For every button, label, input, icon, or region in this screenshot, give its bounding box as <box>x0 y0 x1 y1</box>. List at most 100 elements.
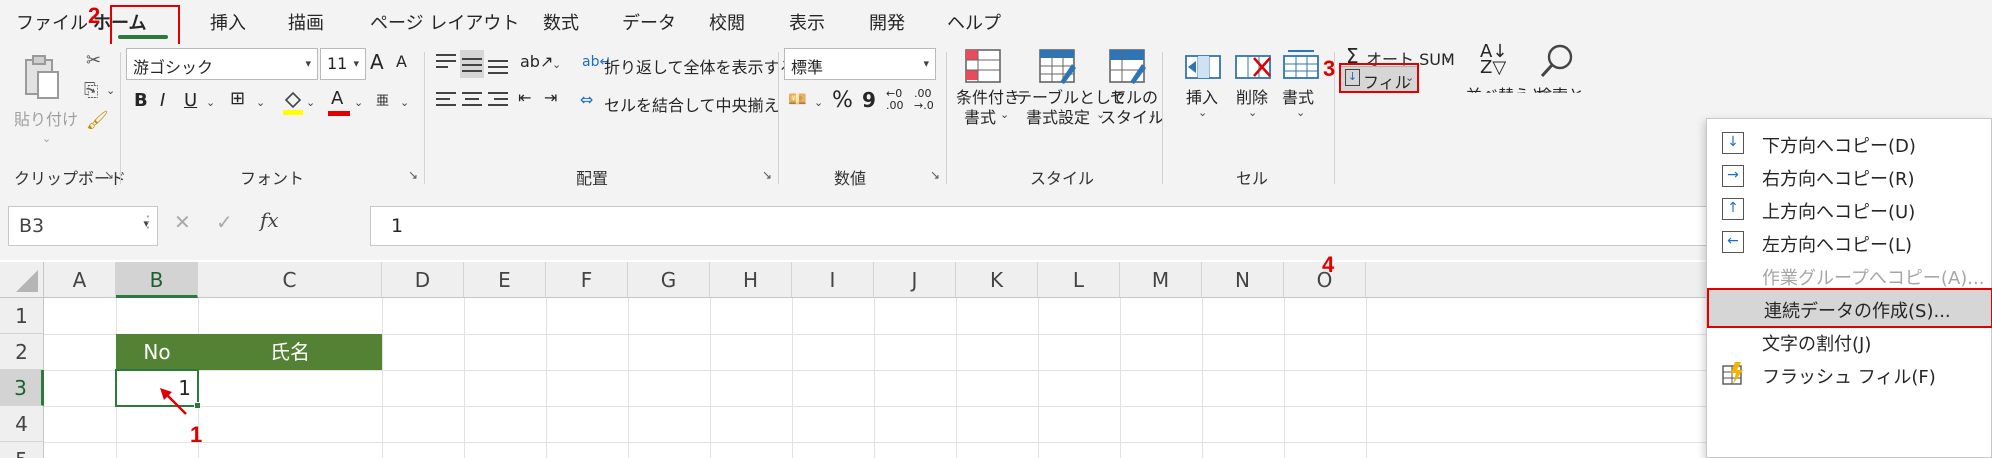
underline-button[interactable]: U <box>184 90 197 111</box>
row-header-5[interactable]: 5 <box>0 442 44 458</box>
select-all-corner[interactable] <box>0 262 44 298</box>
phonetic-dropdown-icon[interactable]: ⌄ <box>400 96 409 109</box>
orientation-icon[interactable]: ab↗ <box>520 52 553 71</box>
currency-dropdown-icon[interactable]: ⌄ <box>814 96 823 109</box>
sort-filter-icon[interactable]: A↓ Z▽ <box>1480 43 1507 77</box>
increase-indent-icon[interactable]: ⇥ <box>544 88 557 107</box>
find-select-icon[interactable] <box>1538 42 1578 82</box>
column-header-h[interactable]: H <box>710 262 792 298</box>
format-cells-button[interactable]: 書式 <box>1282 84 1314 108</box>
font-shrink-button[interactable]: A <box>396 52 407 71</box>
fill-color-dropdown-icon[interactable]: ⌄ <box>306 96 315 109</box>
orientation-dropdown-icon[interactable]: ⌄ <box>552 58 561 71</box>
cut-icon[interactable]: ✂ <box>86 50 101 71</box>
underline-dropdown-icon[interactable]: ⌄ <box>206 96 215 109</box>
column-header-a[interactable]: A <box>44 262 116 298</box>
paste-icon[interactable] <box>20 54 60 104</box>
bold-button[interactable]: B <box>134 90 148 111</box>
currency-icon[interactable]: 💴 <box>788 90 807 108</box>
conditional-format-dropdown-icon[interactable]: ⌄ <box>1000 108 1009 121</box>
column-header-e[interactable]: E <box>464 262 546 298</box>
cell-styles-dropdown-icon[interactable]: ⌄ <box>1148 108 1157 121</box>
fill-menu-item-flash-fill[interactable]: フラッシュ フィル(F) <box>1707 354 1992 394</box>
column-header-d[interactable]: D <box>382 262 464 298</box>
column-header-i[interactable]: I <box>792 262 874 298</box>
format-painter-icon[interactable]: 🖌 <box>86 110 109 131</box>
column-header-b[interactable]: B <box>116 262 198 298</box>
tab-file[interactable]: ファイル <box>16 9 88 35</box>
font-size-combo[interactable]: 11 ▾ <box>320 48 366 80</box>
align-right-icon[interactable] <box>488 88 508 110</box>
border-icon[interactable]: ⊞ <box>230 88 245 109</box>
format-as-table-icon[interactable] <box>1038 48 1076 84</box>
tab-page-layout[interactable]: ページ レイアウト <box>370 9 519 35</box>
align-bottom-icon[interactable] <box>488 56 508 78</box>
format-dropdown-icon[interactable]: ⌄ <box>1296 106 1305 119</box>
decrease-indent-icon[interactable]: ⇤ <box>518 88 531 107</box>
font-name-combo[interactable]: 游ゴシック ▾ <box>126 48 318 80</box>
number-format-combo[interactable]: 標準 ▾ <box>784 48 936 80</box>
tab-insert[interactable]: 挿入 <box>210 9 246 35</box>
decrease-decimal-button[interactable]: .00 →.0 <box>914 88 934 112</box>
paste-button[interactable]: 貼り付け <box>14 106 78 130</box>
insert-cells-icon[interactable] <box>1184 48 1222 84</box>
insert-cells-button[interactable]: 挿入 <box>1186 84 1218 108</box>
insert-function-icon[interactable]: fx <box>260 208 279 232</box>
column-header-c[interactable]: C <box>198 262 382 298</box>
tab-formulas[interactable]: 数式 <box>543 9 579 35</box>
delete-cells-icon[interactable] <box>1234 48 1272 84</box>
comma-style-button[interactable]: 9 <box>862 88 876 112</box>
sort-filter-button[interactable]: 並べ替えと <box>1466 82 1546 93</box>
fill-color-icon[interactable] <box>282 90 304 116</box>
copy-dropdown-icon[interactable]: ⌄ <box>106 84 115 97</box>
font-color-icon[interactable]: A <box>328 88 350 116</box>
column-header-m[interactable]: M <box>1120 262 1202 298</box>
find-select-button[interactable]: 検索と <box>1536 82 1584 93</box>
insert-dropdown-icon[interactable]: ⌄ <box>1198 106 1207 119</box>
column-header-n[interactable]: N <box>1202 262 1284 298</box>
enter-icon[interactable]: ✓ <box>216 210 233 234</box>
delete-dropdown-icon[interactable]: ⌄ <box>1248 106 1257 119</box>
italic-button[interactable]: I <box>160 90 165 111</box>
cell-b2[interactable]: No <box>116 334 198 370</box>
delete-cells-button[interactable]: 削除 <box>1236 84 1268 108</box>
column-header-f[interactable]: F <box>546 262 628 298</box>
align-middle-icon[interactable] <box>460 50 484 78</box>
tab-view[interactable]: 表示 <box>789 9 825 35</box>
paste-dropdown-icon[interactable]: ⌄ <box>42 132 51 145</box>
phonetic-icon[interactable]: 亜 <box>376 90 389 109</box>
tab-developer[interactable]: 開発 <box>869 9 905 35</box>
name-box[interactable]: B3 ▾ <box>8 206 158 246</box>
column-header-g[interactable]: G <box>628 262 710 298</box>
row-header-4[interactable]: 4 <box>0 406 44 442</box>
column-header-l[interactable]: L <box>1038 262 1120 298</box>
format-as-table-line2[interactable]: 書式設定 <box>1026 104 1090 128</box>
tab-review[interactable]: 校閲 <box>709 9 745 35</box>
cell-c2[interactable]: 氏名 <box>198 334 382 370</box>
percent-button[interactable]: % <box>832 88 853 113</box>
alignment-launcher-icon[interactable]: ↘ <box>762 168 772 182</box>
font-launcher-icon[interactable]: ↘ <box>408 168 418 182</box>
cancel-icon[interactable]: ✕ <box>174 210 191 234</box>
font-color-dropdown-icon[interactable]: ⌄ <box>354 96 363 109</box>
merge-dropdown-icon[interactable]: ⌄ <box>752 96 761 109</box>
tab-help[interactable]: ヘルプ <box>947 9 1001 35</box>
align-left-icon[interactable] <box>436 88 456 110</box>
column-header-j[interactable]: J <box>874 262 956 298</box>
tab-data[interactable]: データ <box>622 9 676 35</box>
row-header-3[interactable]: 3 <box>0 370 44 406</box>
conditional-format-line2[interactable]: 書式 <box>964 104 996 128</box>
conditional-format-icon[interactable] <box>964 48 1002 84</box>
increase-decimal-button[interactable]: ←0.00 <box>886 88 904 112</box>
number-launcher-icon[interactable]: ↘ <box>930 168 940 182</box>
row-header-1[interactable]: 1 <box>0 298 44 334</box>
autosum-dropdown-icon[interactable]: ⌄ <box>1444 50 1453 63</box>
copy-icon[interactable]: ⎘ <box>84 80 98 101</box>
wrap-text-button[interactable]: 折り返して全体を表示する <box>604 54 796 78</box>
border-dropdown-icon[interactable]: ⌄ <box>256 96 265 109</box>
align-top-icon[interactable] <box>436 50 456 72</box>
row-header-2[interactable]: 2 <box>0 334 44 370</box>
tab-draw[interactable]: 描画 <box>288 9 324 35</box>
column-header-k[interactable]: K <box>956 262 1038 298</box>
align-center-icon[interactable] <box>462 88 482 110</box>
